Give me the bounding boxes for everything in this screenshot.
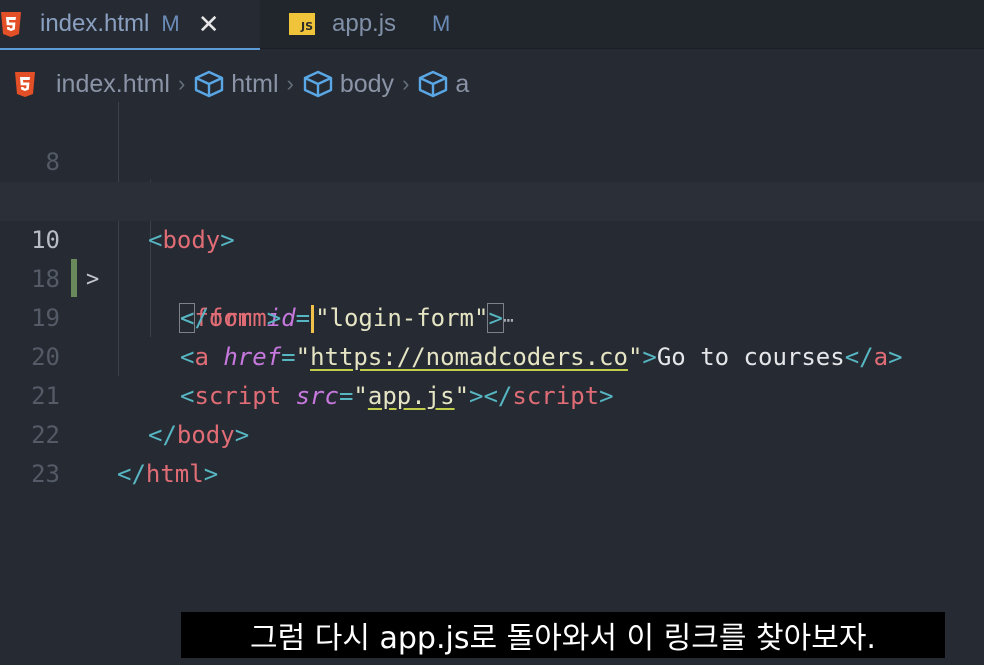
breadcrumb: index.html › html › body › a bbox=[0, 64, 984, 104]
cube-icon bbox=[419, 70, 448, 98]
breadcrumb-item-file[interactable]: index.html bbox=[14, 70, 170, 99]
breadcrumb-label: body bbox=[339, 69, 395, 98]
code-line-current: 10 > <form id= "login-form">⋯ bbox=[0, 182, 984, 333]
chevron-right-icon: › bbox=[177, 71, 186, 96]
breadcrumb-label: html bbox=[231, 69, 279, 98]
code-line: 18 </form> bbox=[0, 221, 984, 332]
cube-icon bbox=[195, 70, 224, 98]
line-number: 23 bbox=[31, 460, 60, 488]
breadcrumb-label: index.html bbox=[56, 69, 170, 98]
code-line: 9 <body> bbox=[0, 143, 984, 254]
code-line: 21 </body> bbox=[0, 338, 984, 449]
tag-name: html bbox=[145, 460, 204, 488]
close-icon[interactable]: ✕ bbox=[198, 9, 220, 40]
tab-label: index.html bbox=[40, 10, 150, 37]
modified-badge: M bbox=[432, 11, 451, 36]
code-line: 23 bbox=[0, 416, 984, 488]
breadcrumb-item-body[interactable]: body bbox=[302, 70, 394, 99]
chevron-right-icon: › bbox=[286, 71, 294, 96]
js-icon: JS bbox=[289, 13, 315, 35]
breadcrumb-label: a bbox=[455, 69, 470, 98]
html5-icon bbox=[0, 11, 22, 37]
tab-app-js[interactable]: JS app.js M bbox=[289, 0, 450, 48]
code-line: 19 <a href="https://nomadcoders.co">Go t… bbox=[0, 260, 984, 371]
code-line: 8 </head> bbox=[0, 104, 984, 215]
tab-label: app.js bbox=[332, 10, 397, 37]
tab-index-html[interactable]: index.html M ✕ bbox=[0, 0, 260, 50]
editor-tab-bar: index.html M ✕ JS app.js M bbox=[0, 0, 984, 50]
breadcrumb-item-html[interactable]: html bbox=[193, 69, 279, 99]
code-line: 22 </html> bbox=[0, 377, 984, 488]
code-line: 20 <script src="app.js"></script> bbox=[0, 299, 984, 410]
html5-icon bbox=[14, 71, 36, 97]
breadcrumb-item-a[interactable]: a bbox=[417, 70, 469, 99]
chevron-right-icon: › bbox=[402, 71, 410, 96]
code-editor[interactable]: 8 </head> 9 <body> 10 > <form id="login-… bbox=[0, 102, 984, 582]
modified-badge: M bbox=[161, 11, 180, 36]
video-subtitle: 그럼 다시 app.js로 돌아와서 이 링크를 찾아보자. bbox=[181, 612, 945, 658]
cube-icon bbox=[303, 70, 333, 98]
